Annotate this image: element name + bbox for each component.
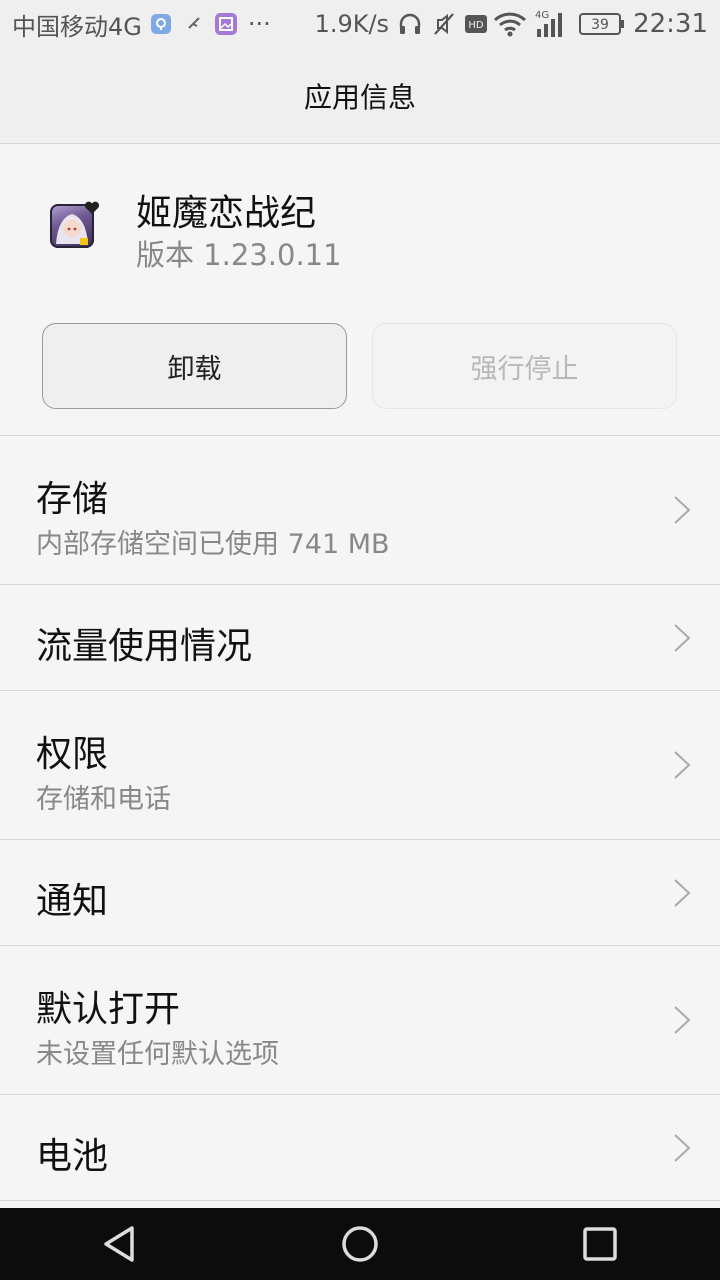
battery-level: 39 (591, 17, 609, 33)
force-stop-button[interactable]: 强行停止 (372, 323, 677, 409)
list-item-data-usage[interactable]: 流量使用情况 (0, 585, 720, 691)
list-item-permissions[interactable]: 权限 存储和电话 (0, 691, 720, 840)
app-version: 版本 1.23.0.11 (136, 238, 342, 272)
wifi-icon (493, 11, 527, 37)
permissions-subtitle: 存储和电话 (36, 784, 171, 815)
chevron-right-icon (674, 751, 691, 779)
clock: 22:31 (633, 9, 708, 39)
list-item-notifications[interactable]: 通知 (0, 840, 720, 946)
network-type: 4G (535, 10, 549, 21)
app-name: 姬魔恋战纪 (136, 193, 317, 234)
notifications-title: 通知 (36, 881, 109, 922)
heart-badge-icon (84, 200, 100, 219)
mute-icon (431, 11, 457, 37)
cellular-signal-icon: 4G (533, 9, 567, 39)
app-settings-list: 存储 内部存储空间已使用 741 MB 流量使用情况 权限 存储和电话 通知 默… (0, 435, 720, 1201)
recents-button[interactable] (520, 1208, 680, 1280)
gallery-icon (214, 12, 238, 36)
back-button[interactable] (40, 1208, 200, 1280)
page-title: 应用信息 (303, 80, 416, 114)
battery-title: 电池 (36, 1136, 109, 1177)
data-usage-title: 流量使用情况 (36, 626, 253, 667)
hd-text: HD (468, 20, 484, 31)
recents-square-icon (583, 1227, 617, 1261)
list-item-battery[interactable]: 电池 (0, 1095, 720, 1201)
permissions-title: 权限 (36, 734, 109, 775)
home-button[interactable] (280, 1208, 440, 1280)
more-notifications: ··· (247, 10, 271, 38)
usb-icon (186, 15, 204, 33)
hd-icon: HD (465, 15, 488, 33)
open-by-default-title: 默认打开 (36, 989, 181, 1030)
home-circle-icon (342, 1226, 378, 1262)
chevron-right-icon (674, 1134, 691, 1162)
list-item-storage[interactable]: 存储 内部存储空间已使用 741 MB (0, 436, 720, 585)
back-triangle-icon (104, 1226, 134, 1262)
status-bar: 中国移动4G ··· 1.9K/s HD 4G 39 22:31 (0, 0, 720, 48)
headphone-icon (397, 11, 423, 37)
chevron-right-icon (674, 1006, 691, 1034)
open-by-default-subtitle: 未设置任何默认选项 (36, 1039, 279, 1070)
storage-subtitle: 内部存储空间已使用 741 MB (36, 529, 390, 560)
navigation-bar (0, 1208, 720, 1280)
chevron-right-icon (674, 879, 691, 907)
chevron-right-icon (674, 496, 691, 524)
storage-title: 存储 (36, 479, 109, 520)
status-bar-right: 1.9K/s HD 4G 39 22:31 (315, 9, 708, 39)
chevron-right-icon (674, 624, 691, 652)
battery-icon: 39 (579, 12, 625, 36)
list-item-open-by-default[interactable]: 默认打开 未设置任何默认选项 (0, 946, 720, 1095)
uninstall-button[interactable]: 卸载 (42, 323, 347, 409)
location-icon (150, 13, 172, 35)
app-bar: 应用信息 (0, 48, 720, 144)
network-speed: 1.9K/s (314, 10, 390, 38)
status-bar-left: 中国移动4G ··· (12, 7, 271, 42)
app-header: 姬魔恋战纪 版本 1.23.0.11 (0, 144, 720, 294)
carrier-label: 中国移动4G (12, 12, 142, 41)
